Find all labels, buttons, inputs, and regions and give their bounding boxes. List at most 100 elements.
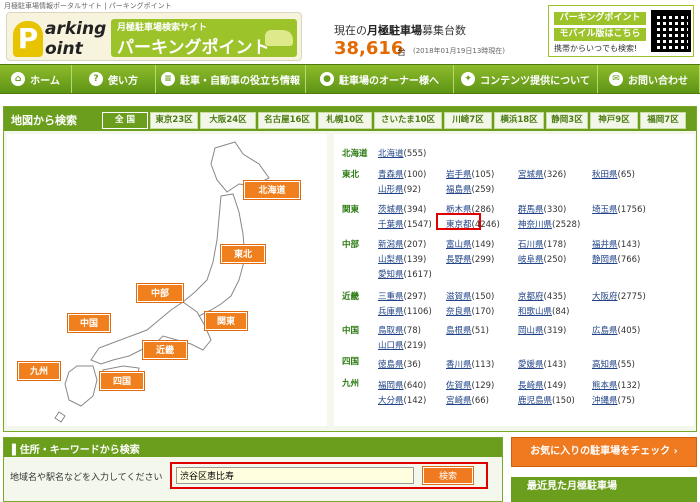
prefecture-link[interactable]: 高知県 bbox=[592, 360, 618, 370]
nav-item-5[interactable]: ✉ お問い合わせ bbox=[598, 65, 700, 93]
prefecture-link[interactable]: 佐賀県 bbox=[446, 381, 472, 391]
prefecture-link[interactable]: 愛媛県 bbox=[518, 360, 544, 370]
prefecture-link[interactable]: 岩手県 bbox=[446, 170, 472, 180]
map-region-button-2[interactable]: 中部 bbox=[137, 284, 183, 302]
map-search-title: 地図から検索 bbox=[11, 114, 77, 127]
prefecture-link[interactable]: 広島県 bbox=[592, 326, 618, 336]
prefecture-link[interactable]: 徳島県 bbox=[378, 360, 404, 370]
prefecture-link[interactable]: 岐阜県 bbox=[518, 255, 544, 265]
person-icon: ● bbox=[320, 72, 334, 86]
count-label-post: 募集台数 bbox=[422, 24, 466, 37]
prefecture-link[interactable]: 奈良県 bbox=[446, 307, 472, 317]
prefecture-link[interactable]: 鳥取県 bbox=[378, 326, 404, 336]
keyword-search-title: ▌住所・キーワードから検索 bbox=[12, 441, 140, 456]
region-label-6: 四国 bbox=[342, 357, 360, 367]
prefecture-link[interactable]: 石川県 bbox=[518, 240, 544, 250]
tab-city-3[interactable]: 名古屋16区 bbox=[258, 112, 316, 129]
tab-city-1[interactable]: 東京23区 bbox=[150, 112, 198, 129]
prefecture-link[interactable]: 大分県 bbox=[378, 396, 404, 406]
prefecture-count: (297) bbox=[403, 292, 427, 302]
prefecture-link[interactable]: 鹿児島県 bbox=[518, 396, 552, 406]
tab-city-9[interactable]: 神戸9区 bbox=[590, 112, 638, 129]
prefecture-link[interactable]: 秋田県 bbox=[592, 170, 618, 180]
prefecture-link[interactable]: 沖縄県 bbox=[592, 396, 618, 406]
prefecture-link[interactable]: 熊本県 bbox=[592, 381, 618, 391]
qr-code-icon bbox=[651, 10, 691, 52]
prefecture-item: 静岡県(766) bbox=[592, 253, 640, 265]
prefecture-link[interactable]: 新潟県 bbox=[378, 240, 404, 250]
prefecture-link[interactable]: 兵庫県 bbox=[378, 307, 404, 317]
favorites-button[interactable]: お気に入りの駐車場をチェック › bbox=[511, 437, 697, 467]
prefecture-link[interactable]: 福岡県 bbox=[378, 381, 404, 391]
map-region-button-1[interactable]: 東北 bbox=[221, 245, 265, 263]
site-tagline: 月極駐車場情報ポータルサイト | パーキングポイント bbox=[4, 2, 172, 10]
prefecture-count: (142) bbox=[403, 396, 427, 406]
map-region-button-6[interactable]: 九州 bbox=[18, 362, 60, 380]
nav-item-4[interactable]: ✦ コンテンツ提供について bbox=[454, 65, 598, 93]
prefecture-link[interactable]: 山口県 bbox=[378, 341, 404, 351]
prefecture-link[interactable]: 和歌山県 bbox=[518, 307, 552, 317]
prefecture-link[interactable]: 大阪府 bbox=[592, 292, 618, 302]
favorites-button-label: お気に入りの駐車場をチェック bbox=[530, 446, 671, 457]
site-logo[interactable]: P arking oint 月極駐車場検索サイト パーキングポイント bbox=[6, 12, 302, 61]
map-region-button-7[interactable]: 四国 bbox=[100, 372, 144, 390]
tab-city-2[interactable]: 大阪24区 bbox=[200, 112, 256, 129]
prefecture-link[interactable]: 北海道 bbox=[378, 149, 404, 159]
prefecture-link[interactable]: 青森県 bbox=[378, 170, 404, 180]
map-region-button-3[interactable]: 関東 bbox=[205, 312, 247, 330]
recent-parking-header: 最近見た月極駐車場 bbox=[511, 477, 697, 502]
tab-city-7[interactable]: 横浜18区 bbox=[494, 112, 544, 129]
prefecture-link[interactable]: 宮崎県 bbox=[446, 396, 472, 406]
prefecture-link[interactable]: 群馬県 bbox=[518, 205, 544, 215]
prefecture-link[interactable]: 長野県 bbox=[446, 255, 472, 265]
prefecture-link[interactable]: 香川県 bbox=[446, 360, 472, 370]
nav-item-label: ホーム bbox=[30, 75, 60, 87]
prefecture-count: (299) bbox=[471, 255, 495, 265]
nav-item-3[interactable]: ● 駐車場のオーナー様へ bbox=[306, 65, 454, 93]
prefecture-link[interactable]: 岡山県 bbox=[518, 326, 544, 336]
tab-city-0[interactable]: 全 国 bbox=[102, 112, 148, 129]
prefecture-count: (143) bbox=[543, 360, 567, 370]
japan-map[interactable] bbox=[7, 134, 327, 426]
prefecture-link[interactable]: 山形県 bbox=[378, 185, 404, 195]
prefecture-item: 岐阜県(250) bbox=[518, 253, 566, 265]
mobile-site-banner[interactable]: パーキングポイント モバイル版はこちら 携帯からいつでも検索! bbox=[548, 5, 694, 57]
prefecture-link[interactable]: 埼玉県 bbox=[592, 205, 618, 215]
prefecture-link[interactable]: 富山県 bbox=[446, 240, 472, 250]
region-label-3: 中部 bbox=[342, 240, 360, 250]
tab-city-4[interactable]: 札幌10区 bbox=[318, 112, 372, 129]
map-region-button-5[interactable]: 近畿 bbox=[143, 341, 187, 359]
tab-city-8[interactable]: 静岡3区 bbox=[546, 112, 588, 129]
prefecture-item: 鹿児島県(150) bbox=[518, 394, 575, 406]
prefecture-link[interactable]: 茨城県 bbox=[378, 205, 404, 215]
nav-item-0[interactable]: ⌂ ホーム bbox=[0, 65, 72, 93]
prefecture-link[interactable]: 福島県 bbox=[446, 185, 472, 195]
prefecture-count: (2528) bbox=[552, 220, 581, 230]
nav-item-2[interactable]: ≡ 駐車・自動車の役立ち情報 bbox=[156, 65, 306, 93]
prefecture-link[interactable]: 滋賀県 bbox=[446, 292, 472, 302]
prefecture-link[interactable]: 長崎県 bbox=[518, 381, 544, 391]
prefecture-count: (150) bbox=[471, 292, 495, 302]
prefecture-link[interactable]: 宮城県 bbox=[518, 170, 544, 180]
prefecture-count: (132) bbox=[617, 381, 641, 391]
tab-city-5[interactable]: さいたま10区 bbox=[374, 112, 442, 129]
prefecture-link[interactable]: 静岡県 bbox=[592, 255, 618, 265]
prefecture-count: (36) bbox=[403, 360, 421, 370]
tab-city-10[interactable]: 福岡7区 bbox=[640, 112, 686, 129]
tab-city-6[interactable]: 川崎7区 bbox=[444, 112, 492, 129]
prefecture-link[interactable]: 愛知県 bbox=[378, 270, 404, 280]
prefecture-link[interactable]: 京都府 bbox=[518, 292, 544, 302]
prefecture-item: 山形県(92) bbox=[378, 183, 421, 195]
prefecture-link[interactable]: 千葉県 bbox=[378, 220, 404, 230]
map-region-button-0[interactable]: 北海道 bbox=[244, 181, 300, 199]
prefecture-link[interactable]: 三重県 bbox=[378, 292, 404, 302]
prefecture-link[interactable]: 山梨県 bbox=[378, 255, 404, 265]
prefecture-link[interactable]: 島根県 bbox=[446, 326, 472, 336]
prefecture-link[interactable]: 神奈川県 bbox=[518, 220, 552, 230]
prefecture-count: (207) bbox=[403, 240, 427, 250]
prefecture-link[interactable]: 福井県 bbox=[592, 240, 618, 250]
prefecture-count: (319) bbox=[543, 326, 567, 336]
map-region-button-4[interactable]: 中国 bbox=[68, 314, 110, 332]
nav-item-1[interactable]: ? 使い方 bbox=[72, 65, 156, 93]
prefecture-count: (139) bbox=[403, 255, 427, 265]
